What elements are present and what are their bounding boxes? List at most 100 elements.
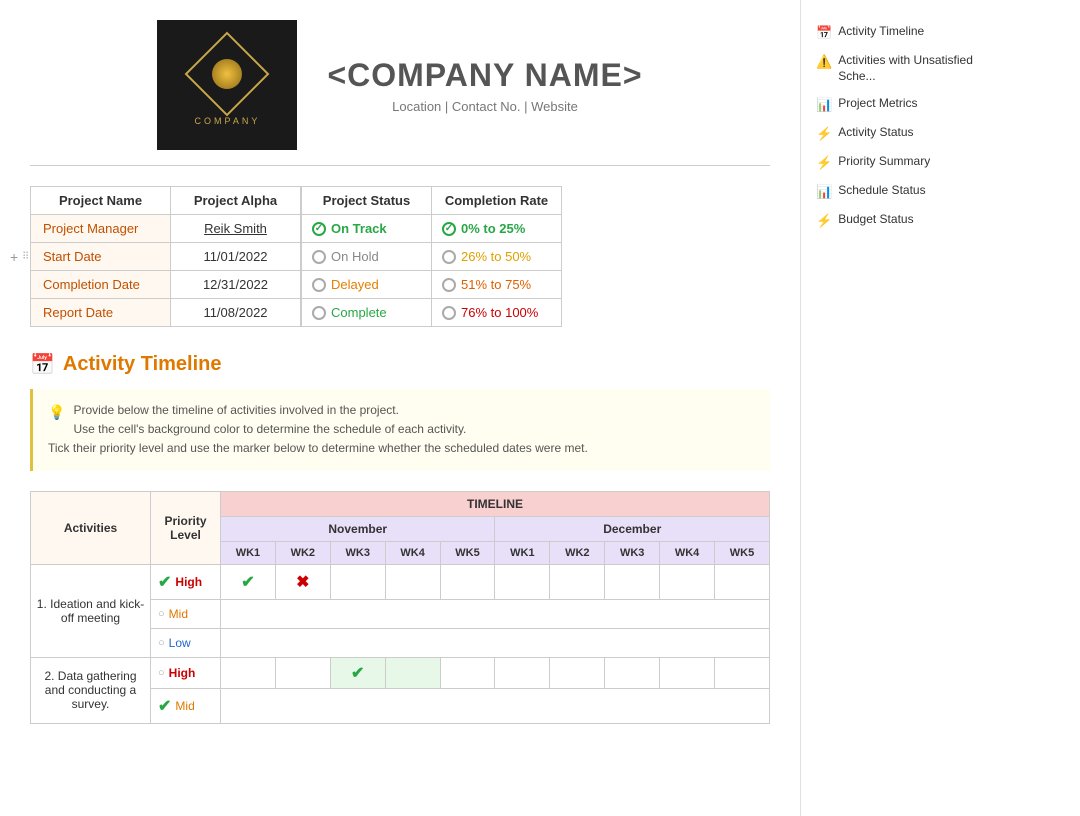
calendar-sidebar-icon: 📅 <box>816 25 832 41</box>
value-completion: 12/31/2022 <box>171 271 301 299</box>
logo-text: COMPANY <box>195 116 261 126</box>
cell-2-5 <box>440 657 495 688</box>
cell-1-9 <box>660 564 715 599</box>
sidebar-item-activity-status[interactable]: ⚡ Activity Status <box>811 121 1000 146</box>
sidebar-item-metrics[interactable]: 📊 Project Metrics <box>811 92 1000 117</box>
rate-label-76-100: 76% to 100% <box>461 305 538 320</box>
cell-1-5 <box>440 564 495 599</box>
wk-dec-2: WK2 <box>550 541 605 564</box>
logo-diamond <box>185 32 270 117</box>
high-label-2: High <box>169 666 196 680</box>
radio-mid-1: ○ <box>158 608 165 620</box>
high-label-1: High <box>175 575 202 589</box>
add-row-button[interactable]: + <box>10 249 18 265</box>
cell-1-8 <box>605 564 660 599</box>
drag-handle[interactable]: ⠿ <box>22 251 29 262</box>
status-option-complete[interactable]: Complete <box>302 299 432 327</box>
cell-2-3[interactable]: ✔ <box>330 657 385 688</box>
rate-option-76-100[interactable]: 76% to 100% <box>432 299 562 327</box>
value-start: 11/01/2022 <box>171 243 301 271</box>
rate-label-51-75: 51% to 75% <box>461 277 531 292</box>
wk-nov-3: WK3 <box>330 541 385 564</box>
radio-ontrack[interactable] <box>312 222 326 236</box>
status-label-onhold: On Hold <box>331 249 379 264</box>
sidebar-label-activity-timeline: Activity Timeline <box>838 24 924 40</box>
cell-1-7 <box>550 564 605 599</box>
cell-2-1 <box>221 657 276 688</box>
wk-nov-1: WK1 <box>221 541 276 564</box>
empty-cells-row2 <box>221 688 770 723</box>
cell-1-3 <box>330 564 385 599</box>
bolt-sidebar-icon-1: ⚡ <box>816 126 832 142</box>
project-info-wrapper: + ⠿ Project Name Project Alpha Project M… <box>30 186 770 327</box>
check-high-1: ✔ <box>158 572 171 592</box>
cell-1-10 <box>715 564 770 599</box>
priority-mid-2[interactable]: ✔ Mid <box>151 688 221 723</box>
sidebar-item-unsatisfied[interactable]: ⚠️ Activities with Unsatisfied Sche... <box>811 49 1000 88</box>
sidebar-item-budget-status[interactable]: ⚡ Budget Status <box>811 208 1000 233</box>
budget-sidebar-icon: ⚡ <box>816 213 832 229</box>
bulb-icon: 💡 <box>48 401 65 423</box>
status-label-ontrack: On Track <box>331 221 387 236</box>
status-row-4: Complete 76% to 100% <box>302 299 562 327</box>
timeline-header: TIMELINE <box>221 491 770 516</box>
status-label-delayed: Delayed <box>331 277 379 292</box>
label-manager: Project Manager <box>31 215 171 243</box>
sidebar-label-activity-status: Activity Status <box>838 125 913 141</box>
table-row: Report Date 11/08/2022 <box>31 299 301 327</box>
sidebar-item-schedule-status[interactable]: 📊 Schedule Status <box>811 179 1000 204</box>
cell-1-1[interactable]: ✔ <box>221 564 276 599</box>
cell-1-4 <box>385 564 440 599</box>
cell-2-6 <box>495 657 550 688</box>
priority-high-1[interactable]: ✔ High <box>151 564 221 599</box>
activity-row-1: 1. Ideation and kick-off meeting ✔ High … <box>31 564 770 599</box>
priority-mid-1[interactable]: ○ Mid <box>151 599 221 628</box>
status-option-delayed[interactable]: Delayed <box>302 271 432 299</box>
label-completion: Completion Date <box>31 271 171 299</box>
rate-option-26-50[interactable]: 26% to 50% <box>432 243 562 271</box>
radio-51-75[interactable] <box>442 278 456 292</box>
radio-onhold[interactable] <box>312 250 326 264</box>
cell-1-2[interactable]: ✖ <box>275 564 330 599</box>
section-title-text: Activity Timeline <box>63 353 222 376</box>
timeline-top-header: Activities Priority Level TIMELINE <box>31 491 770 516</box>
activity-row-2: 2. Data gathering and conducting a surve… <box>31 657 770 688</box>
wk-nov-5: WK5 <box>440 541 495 564</box>
priority-col-header: Priority Level <box>151 491 221 564</box>
rate-option-0-25[interactable]: 0% to 25% <box>432 215 562 243</box>
status-col-header: Project Status <box>302 187 432 215</box>
radio-26-50[interactable] <box>442 250 456 264</box>
radio-delayed[interactable] <box>312 278 326 292</box>
sidebar-item-priority-summary[interactable]: ⚡ Priority Summary <box>811 150 1000 175</box>
rate-option-51-75[interactable]: 51% to 75% <box>432 271 562 299</box>
radio-0-25[interactable] <box>442 222 456 236</box>
wk-dec-5: WK5 <box>715 541 770 564</box>
status-option-ontrack[interactable]: On Track <box>302 215 432 243</box>
bolt-sidebar-icon-2: ⚡ <box>816 155 832 171</box>
status-row-2: On Hold 26% to 50% <box>302 243 562 271</box>
rate-label-26-50: 26% to 50% <box>461 249 531 264</box>
radio-76-100[interactable] <box>442 306 456 320</box>
table-header-row: Project Name Project Alpha <box>31 187 301 215</box>
cell-2-10 <box>715 657 770 688</box>
company-logo: COMPANY <box>157 20 297 150</box>
status-option-onhold[interactable]: On Hold <box>302 243 432 271</box>
activity-timeline-section-header: 📅 Activity Timeline <box>30 352 770 377</box>
cell-2-8 <box>605 657 660 688</box>
info-text-3: Tick their priority level and use the ma… <box>48 441 588 455</box>
metrics-sidebar-icon: 📊 <box>816 97 832 113</box>
priority-label: Priority Level <box>164 514 206 542</box>
sidebar-item-activity-timeline[interactable]: 📅 Activity Timeline <box>811 20 1000 45</box>
col2-header: Project Alpha <box>171 187 301 215</box>
cross-icon: ✖ <box>296 574 309 591</box>
label-start: Start Date <box>31 243 171 271</box>
priority-low-1[interactable]: ○ Low <box>151 628 221 657</box>
priority-high-2[interactable]: ○ High <box>151 657 221 688</box>
radio-complete[interactable] <box>312 306 326 320</box>
company-subtitle: Location | Contact No. | Website <box>327 99 642 114</box>
col1-header: Project Name <box>31 187 171 215</box>
radio-low-1: ○ <box>158 637 165 649</box>
table-row: Completion Date 12/31/2022 <box>31 271 301 299</box>
sidebar-label-budget-status: Budget Status <box>838 212 913 228</box>
cell-2-7 <box>550 657 605 688</box>
